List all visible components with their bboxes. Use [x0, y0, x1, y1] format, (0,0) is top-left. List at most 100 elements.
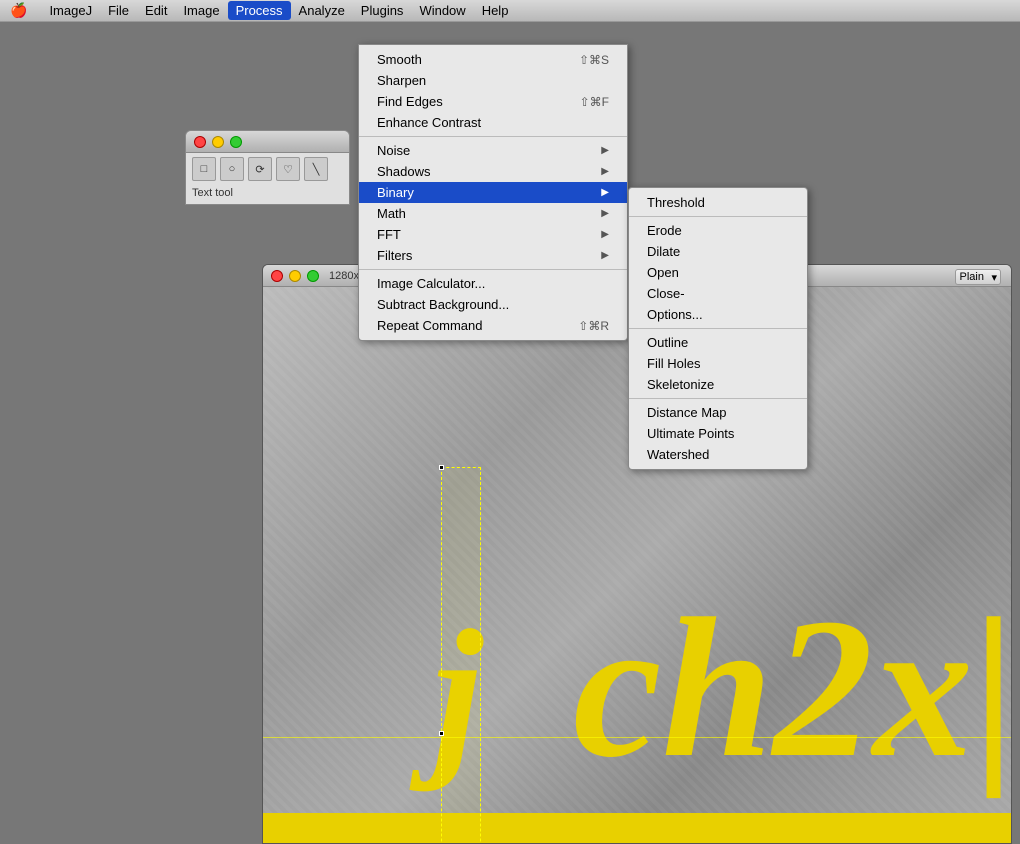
menu-repeat-command-shortcut: ⇧⌘R: [578, 319, 609, 333]
menu-image-calculator[interactable]: Image Calculator...: [359, 273, 627, 294]
menubar-imagej[interactable]: ImageJ: [41, 1, 100, 20]
menu-find-edges[interactable]: Find Edges ⇧⌘F: [359, 91, 627, 112]
submenu-ultimate-points-label: Ultimate Points: [647, 426, 734, 441]
menu-noise-label: Noise: [377, 143, 410, 158]
submenu-fill-holes-label: Fill Holes: [647, 356, 700, 371]
menu-filters-label: Filters: [377, 248, 412, 263]
menu-subtract-background[interactable]: Subtract Background...: [359, 294, 627, 315]
apple-menu[interactable]: 🍎: [4, 2, 33, 19]
menubar-edit[interactable]: Edit: [137, 1, 175, 20]
horizontal-guide-line: [263, 737, 1011, 738]
desktop-background: 1280x1 Plain j ch2x| □ ○ ⟳ ♡: [0, 22, 1020, 844]
menu-math-arrow: ▶: [601, 208, 609, 219]
submenu-erode[interactable]: Erode: [629, 220, 807, 241]
submenu-skeletonize-label: Skeletonize: [647, 377, 714, 392]
menu-enhance-contrast[interactable]: Enhance Contrast: [359, 112, 627, 133]
menu-smooth-label: Smooth: [377, 52, 422, 67]
submenu-options[interactable]: Options...: [629, 304, 807, 325]
menubar-analyze[interactable]: Analyze: [291, 1, 353, 20]
submenu-outline-label: Outline: [647, 335, 688, 350]
submenu-watershed[interactable]: Watershed: [629, 444, 807, 465]
submenu-distance-map[interactable]: Distance Map: [629, 402, 807, 423]
submenu-skeletonize[interactable]: Skeletonize: [629, 374, 807, 395]
binary-submenu: Threshold Erode Dilate Open Close- Optio…: [628, 187, 808, 470]
submenu-fill-holes[interactable]: Fill Holes: [629, 353, 807, 374]
menu-shadows-arrow: ▶: [601, 166, 609, 177]
submenu-close-label: Close-: [647, 286, 685, 301]
submenu-watershed-label: Watershed: [647, 447, 709, 462]
menu-binary-arrow: ▶: [601, 187, 609, 198]
menu-image-calculator-label: Image Calculator...: [377, 276, 485, 291]
menu-subtract-background-label: Subtract Background...: [377, 297, 509, 312]
submenu-threshold-label: Threshold: [647, 195, 705, 210]
text-tool-close[interactable]: [194, 136, 206, 148]
tool-rectangle[interactable]: □: [192, 157, 216, 181]
submenu-open[interactable]: Open: [629, 262, 807, 283]
text-tool-minimize[interactable]: [212, 136, 224, 148]
menubar-file[interactable]: File: [100, 1, 137, 20]
selection-box: [441, 467, 481, 843]
selection-handle-tl: [439, 465, 444, 470]
yellow-bottom-bar: [263, 813, 1011, 843]
menu-filters-arrow: ▶: [601, 250, 609, 261]
menu-math-label: Math: [377, 206, 406, 221]
submenu-close[interactable]: Close-: [629, 283, 807, 304]
menu-smooth-shortcut: ⇧⌘S: [579, 53, 609, 67]
menu-find-edges-shortcut: ⇧⌘F: [580, 95, 609, 109]
text-tool-zoom[interactable]: [230, 136, 242, 148]
yellow-text-ch2x: ch2x|: [573, 574, 1011, 803]
text-tool-body: □ ○ ⟳ ♡ ╲ Text tool: [186, 153, 349, 205]
menu-binary[interactable]: Binary ▶: [359, 182, 627, 203]
menu-sharpen-label: Sharpen: [377, 73, 426, 88]
submenu-sep-2: [629, 328, 807, 329]
zoom-button[interactable]: [307, 270, 319, 282]
submenu-sep-3: [629, 398, 807, 399]
submenu-threshold[interactable]: Threshold: [629, 192, 807, 213]
menu-shadows[interactable]: Shadows ▶: [359, 161, 627, 182]
menu-filters[interactable]: Filters ▶: [359, 245, 627, 266]
plain-dropdown[interactable]: Plain: [955, 269, 1001, 285]
menu-repeat-command[interactable]: Repeat Command ⇧⌘R: [359, 315, 627, 336]
menu-fft[interactable]: FFT ▶: [359, 224, 627, 245]
menubar: 🍎 ImageJ File Edit Image Process Analyze…: [0, 0, 1020, 22]
submenu-erode-label: Erode: [647, 223, 682, 238]
minimize-button[interactable]: [289, 270, 301, 282]
menubar-help[interactable]: Help: [474, 1, 517, 20]
submenu-open-label: Open: [647, 265, 679, 280]
menubar-image[interactable]: Image: [175, 1, 227, 20]
menu-smooth[interactable]: Smooth ⇧⌘S: [359, 49, 627, 70]
menubar-plugins[interactable]: Plugins: [353, 1, 412, 20]
close-button[interactable]: [271, 270, 283, 282]
submenu-distance-map-label: Distance Map: [647, 405, 726, 420]
selection-handle-ml: [439, 731, 444, 736]
tool-heart[interactable]: ♡: [276, 157, 300, 181]
menu-binary-label: Binary: [377, 185, 414, 200]
tool-oval[interactable]: ○: [220, 157, 244, 181]
submenu-dilate[interactable]: Dilate: [629, 241, 807, 262]
submenu-dilate-label: Dilate: [647, 244, 680, 259]
submenu-options-label: Options...: [647, 307, 703, 322]
menu-noise-arrow: ▶: [601, 145, 609, 156]
submenu-outline[interactable]: Outline: [629, 332, 807, 353]
menu-noise[interactable]: Noise ▶: [359, 140, 627, 161]
menubar-process[interactable]: Process: [228, 1, 291, 20]
menu-sep-1: [359, 136, 627, 137]
menu-fft-label: FFT: [377, 227, 401, 242]
menubar-window[interactable]: Window: [411, 1, 473, 20]
process-menu: Smooth ⇧⌘S Sharpen Find Edges ⇧⌘F Enhanc…: [358, 44, 628, 341]
menu-sharpen[interactable]: Sharpen: [359, 70, 627, 91]
menu-find-edges-label: Find Edges: [377, 94, 443, 109]
text-tool-window: □ ○ ⟳ ♡ ╲ Text tool: [185, 130, 350, 205]
tool-rotate[interactable]: ⟳: [248, 157, 272, 181]
menu-shadows-label: Shadows: [377, 164, 430, 179]
text-tool-titlebar: [186, 131, 349, 153]
text-tool-label: Text tool: [192, 185, 233, 201]
submenu-ultimate-points[interactable]: Ultimate Points: [629, 423, 807, 444]
menu-fft-arrow: ▶: [601, 229, 609, 240]
tool-line[interactable]: ╲: [304, 157, 328, 181]
menu-math[interactable]: Math ▶: [359, 203, 627, 224]
submenu-sep-1: [629, 216, 807, 217]
menu-repeat-command-label: Repeat Command: [377, 318, 483, 333]
menu-sep-2: [359, 269, 627, 270]
menu-enhance-contrast-label: Enhance Contrast: [377, 115, 481, 130]
